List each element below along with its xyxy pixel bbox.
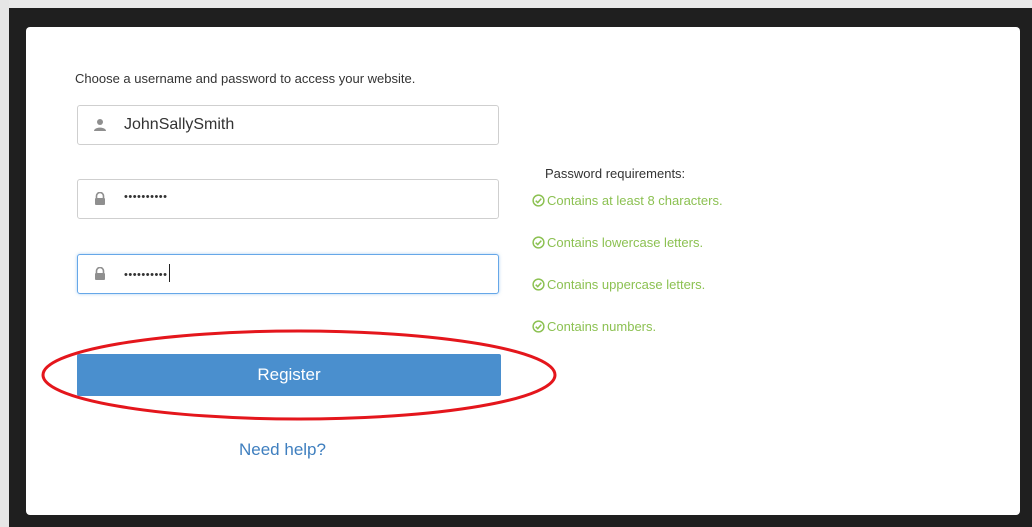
password-field[interactable]: •••••••••• bbox=[77, 179, 499, 219]
lock-icon bbox=[95, 267, 105, 280]
requirement-item: Contains uppercase letters. bbox=[532, 277, 723, 319]
requirement-label: Contains at least 8 characters. bbox=[547, 193, 723, 208]
requirement-label: Contains uppercase letters. bbox=[547, 277, 706, 292]
requirement-item: Contains numbers. bbox=[532, 319, 723, 361]
registration-card: Choose a username and password to access… bbox=[26, 27, 1020, 515]
background-strip-top bbox=[0, 0, 1032, 8]
need-help-link[interactable]: Need help? bbox=[239, 440, 326, 460]
check-circle-icon bbox=[532, 278, 545, 291]
user-icon bbox=[94, 119, 106, 131]
register-button[interactable]: Register bbox=[77, 354, 501, 396]
lock-icon bbox=[95, 192, 105, 205]
confirm-password-masked-value: •••••••••• bbox=[124, 264, 170, 284]
username-field[interactable]: JohnSallySmith bbox=[77, 105, 499, 145]
requirements-title: Password requirements: bbox=[545, 166, 686, 181]
check-circle-icon bbox=[532, 236, 545, 249]
requirements-list: Contains at least 8 characters. Contains… bbox=[532, 193, 723, 361]
password-masked-value: •••••••••• bbox=[124, 191, 168, 203]
text-caret bbox=[168, 264, 170, 282]
check-circle-icon bbox=[532, 320, 545, 333]
confirm-password-field[interactable]: •••••••••• bbox=[77, 254, 499, 294]
requirement-item: Contains at least 8 characters. bbox=[532, 193, 723, 235]
requirement-label: Contains lowercase letters. bbox=[547, 235, 704, 250]
check-circle-icon bbox=[532, 194, 545, 207]
requirement-label: Contains numbers. bbox=[547, 319, 657, 334]
form-instruction: Choose a username and password to access… bbox=[75, 71, 416, 86]
username-value: JohnSallySmith bbox=[124, 116, 235, 133]
requirement-item: Contains lowercase letters. bbox=[532, 235, 723, 277]
background-strip-left bbox=[0, 0, 9, 527]
